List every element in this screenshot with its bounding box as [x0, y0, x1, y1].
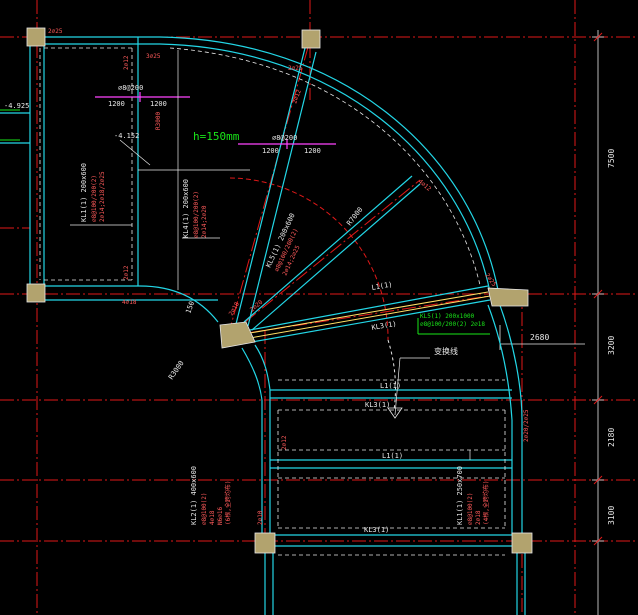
- elevation-mid: -4.152: [114, 132, 139, 140]
- dim-2180: 2180: [607, 428, 616, 447]
- svg-text:2⌀18: 2⌀18: [475, 510, 482, 525]
- stir-a: ⌀8@200: [118, 84, 143, 92]
- green-note-2: ⌀8@100/200(2) 2⌀18: [420, 321, 485, 328]
- kl3-c: KL3(1): [364, 526, 389, 534]
- dim-3200: 3200: [607, 336, 616, 355]
- bar-c: 4⌀18: [122, 299, 137, 306]
- green-note-1: KL5(1) 200x1000: [420, 313, 475, 320]
- bar-i: 2⌀12: [281, 435, 288, 450]
- span-a: 1200: [108, 100, 125, 108]
- column-bottom-right: [511, 532, 533, 554]
- svg-text:N6⌀16: N6⌀16: [217, 507, 224, 525]
- l1-b: L1(1): [380, 382, 401, 390]
- column-bottom-left: [254, 532, 276, 554]
- svg-text:⌀8@100(2): ⌀8@100(2): [467, 492, 474, 525]
- bar-d: 2⌀12: [123, 265, 130, 280]
- svg-text:4⌀18: 4⌀18: [209, 510, 216, 525]
- bar-k: 2⌀10: [257, 510, 264, 525]
- svg-text:2⌀14;2⌀18/2⌀25: 2⌀14;2⌀18/2⌀25: [99, 171, 106, 222]
- slab-thickness: h=150mm: [193, 130, 240, 143]
- bar-j: 2⌀20/2⌀25: [523, 409, 530, 442]
- column-top-left: [26, 27, 46, 47]
- svg-text:⌀8@100/200(2): ⌀8@100/200(2): [193, 191, 200, 238]
- stir-b: ⌀8@200: [272, 134, 297, 142]
- span-d: 1200: [304, 147, 321, 155]
- dim-2680: 2680: [530, 333, 549, 342]
- svg-text:2⌀14;2⌀20: 2⌀14;2⌀20: [201, 205, 208, 238]
- kl3-b: KL3(1): [365, 401, 390, 409]
- column-top-mid: [301, 29, 321, 49]
- column-left-mid: [26, 283, 46, 303]
- svg-text:(4根,全跨均布): (4根,全跨均布): [482, 481, 490, 525]
- column-right-mid: [487, 287, 529, 307]
- span-c: 1200: [262, 147, 279, 155]
- dim-r-small: R3000: [155, 112, 162, 130]
- svg-text:KL1(1) 250x700: KL1(1) 250x700: [456, 466, 464, 525]
- bar-top: 2⌀25: [48, 28, 63, 35]
- transform-line-label: 变换线: [434, 346, 458, 356]
- svg-text:KL1(1) 200x600: KL1(1) 200x600: [80, 163, 88, 222]
- elevation-left: -4.925: [4, 102, 29, 110]
- dim-7500: 7500: [607, 149, 616, 168]
- svg-text:KL4(1) 200x600: KL4(1) 200x600: [182, 179, 190, 238]
- span-b: 1200: [150, 100, 167, 108]
- svg-text:(6根,全跨均布): (6根,全跨均布): [224, 481, 232, 525]
- bar-mid: 2⌀25: [288, 65, 303, 72]
- cad-drawing-canvas[interactable]: 7500 3200 2180 3100 2680 1200 1200 1200 …: [0, 0, 638, 615]
- l1-c: L1(1): [382, 452, 403, 460]
- svg-text:⌀8@100/200(2): ⌀8@100/200(2): [91, 175, 98, 222]
- svg-text:KL2(1) 400x600: KL2(1) 400x600: [190, 466, 198, 525]
- dim-3100: 3100: [607, 506, 616, 525]
- svg-text:⌀8@100(2): ⌀8@100(2): [201, 492, 208, 525]
- bar-b: 2⌀12: [123, 55, 130, 70]
- bar-e: 3⌀25: [146, 53, 161, 60]
